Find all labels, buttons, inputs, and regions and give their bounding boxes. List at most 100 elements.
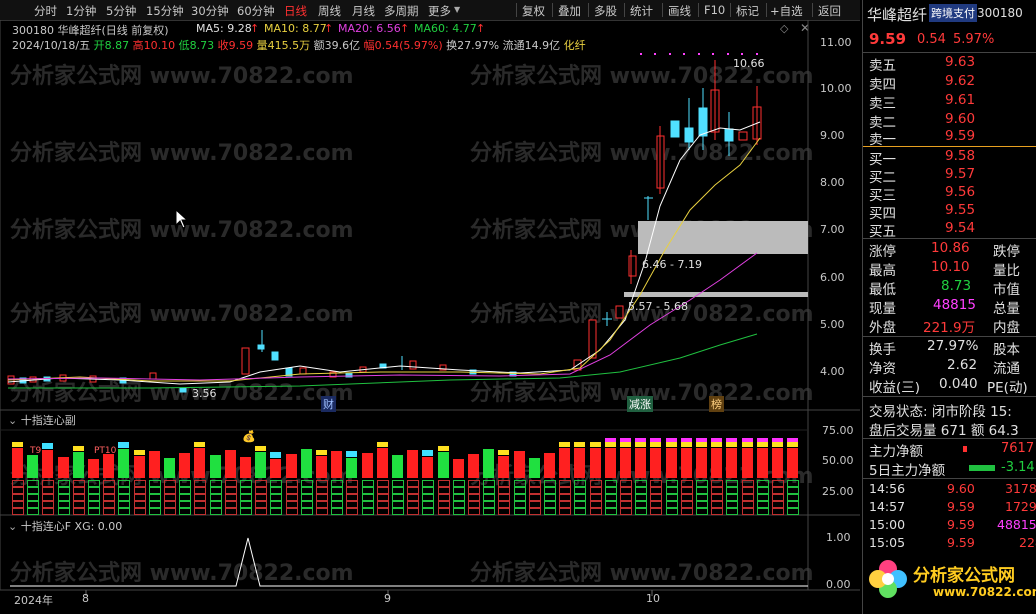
indicator-column bbox=[209, 430, 222, 515]
x-axis-year: 2024年 bbox=[14, 594, 53, 607]
bid-row-2[interactable]: 买二 9.57 bbox=[869, 166, 1036, 186]
main-net5-bar bbox=[969, 465, 995, 471]
sub1-title[interactable]: ⌄ 十指连心副 bbox=[8, 412, 76, 428]
x-axis-label: 9 bbox=[384, 592, 391, 605]
zone1-label: 6.46 - 7.19 bbox=[642, 258, 702, 271]
bid-row-5[interactable]: 买五 9.54 bbox=[869, 220, 1036, 240]
indicator-column bbox=[437, 430, 450, 515]
ask-row-5[interactable]: 卖五 9.63 bbox=[869, 54, 1036, 74]
stat-row: 收益(三) 0.040 PE(动) bbox=[869, 376, 1028, 396]
ma5-line bbox=[7, 121, 761, 385]
zone2-label: 5.57 - 5.68 bbox=[628, 300, 688, 313]
indicator-column bbox=[787, 430, 800, 515]
stock-name: 华峰超纤 bbox=[867, 6, 928, 24]
indicator-column bbox=[772, 430, 784, 515]
main-net5-value: -3.14 bbox=[1001, 460, 1035, 475]
indicator-column bbox=[148, 430, 161, 515]
indicator-column bbox=[27, 430, 40, 515]
low-annotation: 3.56 bbox=[192, 387, 217, 400]
sub1-label-pt10: PT10 bbox=[94, 446, 117, 456]
indicator-column bbox=[741, 430, 754, 515]
quote-panel: 华峰超纤 跨境支付 300180 9.59 0.54 5.97% 卖五 9.63 … bbox=[862, 0, 1036, 614]
stat-row: 换手 27.97% 股本 bbox=[869, 338, 1020, 358]
ask-row-4[interactable]: 卖四 9.62 bbox=[869, 73, 1036, 93]
last-price: 9.59 bbox=[869, 30, 907, 48]
mouse-cursor-icon bbox=[175, 209, 189, 229]
brand-logo: 分析家公式网 www.70822.com bbox=[863, 555, 1036, 614]
tick-row: 14:56 9.60 3178 bbox=[869, 481, 1036, 496]
indicator-column bbox=[726, 430, 739, 515]
stat-row: 外盘 221.9万 内盘 bbox=[869, 320, 1020, 336]
chevron-down-icon[interactable]: ⌄ bbox=[8, 520, 17, 533]
indicator-column bbox=[179, 430, 192, 515]
indicator-column bbox=[589, 430, 602, 515]
indicator-column bbox=[498, 430, 511, 515]
sub1-label-t9: T9 bbox=[30, 446, 42, 456]
sub1-ytick: 50.00 bbox=[822, 454, 854, 467]
indicator-column bbox=[528, 430, 541, 515]
trade-state: 交易状态: 闭市阶段 15: bbox=[869, 404, 1012, 420]
indicator-column bbox=[574, 430, 587, 515]
ask-row-3[interactable]: 卖三 9.61 bbox=[869, 92, 1036, 112]
indicator-column bbox=[255, 430, 268, 515]
indicator-column bbox=[407, 430, 420, 515]
flower-logo-icon bbox=[869, 560, 907, 598]
sub2-ytick: 0.00 bbox=[826, 578, 851, 591]
indicator-column bbox=[316, 430, 328, 515]
indicator-column bbox=[285, 430, 298, 515]
x-axis-label: 10 bbox=[646, 592, 660, 605]
sub2-ytick: 1.00 bbox=[826, 531, 851, 544]
indicator-column bbox=[300, 430, 313, 515]
event-tag-list[interactable]: 榜 bbox=[709, 396, 724, 412]
indicator-column bbox=[680, 430, 693, 515]
indicator-column bbox=[57, 430, 70, 515]
sub1-ytick: 25.00 bbox=[822, 485, 854, 498]
sub2-title[interactable]: ⌄ 十指连心F XG: 0.00 bbox=[8, 518, 122, 534]
stock-code: 300180 bbox=[977, 6, 1023, 20]
main-net-bar bbox=[963, 446, 967, 452]
indicator-column bbox=[422, 430, 435, 515]
indicator-column bbox=[756, 430, 769, 515]
event-tag-reduce[interactable]: 减涨 bbox=[627, 396, 653, 412]
tick-row: 14:57 9.59 1729 bbox=[869, 499, 1036, 514]
price-change-pct: 5.97% bbox=[953, 32, 995, 47]
indicator-column bbox=[361, 430, 374, 515]
indicator-column bbox=[194, 430, 207, 515]
price-change: 0.54 bbox=[917, 32, 946, 47]
sub1-ytick: 75.00 bbox=[822, 424, 854, 437]
indicator-column bbox=[12, 430, 24, 515]
indicator-column bbox=[711, 430, 724, 515]
support-zone bbox=[624, 292, 808, 297]
bid-row-1[interactable]: 买一 9.58 bbox=[869, 148, 1036, 168]
indicator-column bbox=[604, 430, 617, 515]
bid-row-3[interactable]: 买三 9.56 bbox=[869, 184, 1036, 204]
event-tag-finance[interactable]: 财 bbox=[321, 396, 336, 412]
indicator-column bbox=[650, 430, 663, 515]
indicator-column bbox=[483, 430, 496, 515]
indicator-column bbox=[452, 430, 465, 515]
indicator-column bbox=[544, 430, 556, 515]
main-net-value: 7617 bbox=[1001, 441, 1035, 456]
indicator-column bbox=[164, 430, 176, 515]
sector-badge[interactable]: 跨境支付 bbox=[929, 4, 977, 22]
indicator-column bbox=[513, 430, 526, 515]
ask-row-1[interactable]: 卖一 9.59 bbox=[869, 128, 1036, 148]
chevron-down-icon[interactable]: ⌄ bbox=[8, 414, 17, 427]
indicator-column bbox=[270, 430, 283, 515]
money-bag-icon: 💰 bbox=[242, 430, 256, 443]
stat-row: 净资 2.62 流通 bbox=[869, 357, 1020, 377]
indicator-column bbox=[392, 430, 404, 515]
indicator-column bbox=[376, 430, 389, 515]
tick-row: 15:059.59228 bbox=[869, 535, 1036, 550]
stat-row: 最低 8.73 市值 bbox=[869, 278, 1020, 298]
main-net5-label: 5日主力净额 bbox=[869, 463, 946, 479]
indicator-column bbox=[103, 430, 116, 515]
indicator-column bbox=[696, 430, 708, 515]
indicator-column bbox=[331, 430, 344, 515]
indicator-column bbox=[635, 430, 648, 515]
indicator-column bbox=[665, 430, 678, 515]
tick-row: 15:00 9.59 48815 bbox=[869, 517, 1036, 532]
bid-row-4[interactable]: 买四 9.55 bbox=[869, 202, 1036, 222]
signal-dots bbox=[640, 53, 758, 55]
x-axis-label: 8 bbox=[82, 592, 89, 605]
